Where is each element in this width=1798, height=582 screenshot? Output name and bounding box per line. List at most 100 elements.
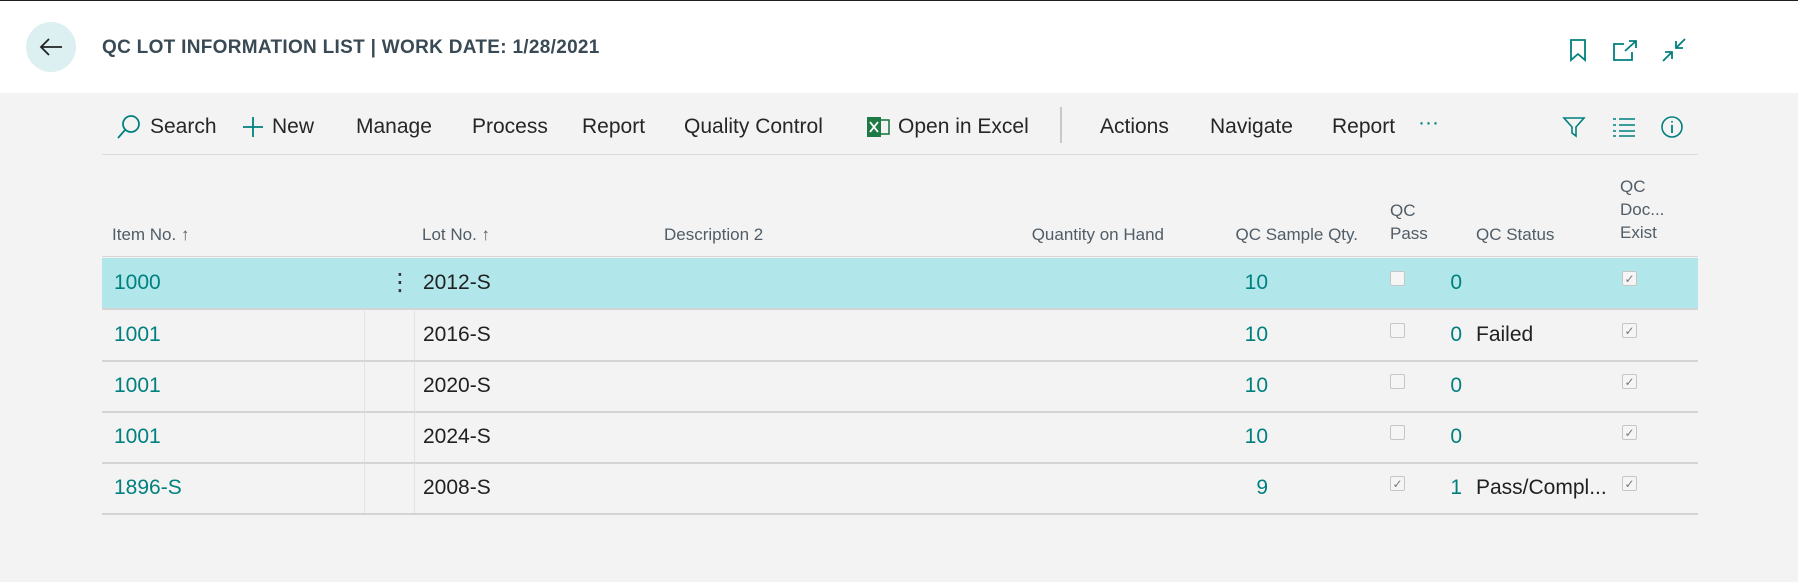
column-separator [414,310,415,360]
plus-icon [243,117,263,137]
back-button[interactable] [26,22,76,72]
description-2-cell[interactable] [664,412,964,462]
qc-status-cell[interactable] [1476,258,1616,308]
sort-ascending-icon: ↑ [481,225,491,244]
page-title: QC LOT INFORMATION LIST | WORK DATE: 1/2… [102,37,600,58]
column-header-quantity-on-hand[interactable]: Quantity on Hand [980,223,1164,246]
qc-status-cell[interactable]: Failed [1476,310,1616,360]
item-no-cell[interactable]: 1001 [114,412,294,462]
lot-no-cell[interactable]: 2024-S [423,412,623,462]
column-header-description-2[interactable]: Description 2 [664,223,763,246]
qc-pass-checkbox[interactable] [1390,374,1405,389]
action-bar-separator [1060,107,1062,143]
column-header-divider [102,256,1698,257]
description-2-cell[interactable] [664,463,964,513]
column-header-qc-status[interactable]: QC Status [1476,223,1554,246]
page-header: QC LOT INFORMATION LIST | WORK DATE: 1/2… [0,1,1798,93]
info-icon [1661,116,1683,138]
qc-doc-exist-cell [1622,463,1652,513]
column-header-qc-sample-qty[interactable]: QC Sample Qty. [1200,223,1359,246]
filter-button[interactable] [1562,105,1594,149]
report-menu[interactable]: Report [582,105,645,149]
qc-doc-header-line2: Doc... [1620,200,1665,219]
table-row[interactable]: 1001 2024-S 10 0 [102,412,1698,462]
column-header-qc-doc-exist[interactable]: QC Doc... Exist [1620,175,1664,244]
qc-sample-qty-cell[interactable]: 0 [1302,258,1462,308]
info-button[interactable] [1660,105,1692,149]
quantity-on-hand-cell[interactable]: 9 [1082,463,1268,513]
actions-menu[interactable]: Actions [1100,105,1169,149]
table-row[interactable]: 1896-S 2008-S 91 Pass/Compl... [102,463,1698,513]
table-row[interactable]: 1001 2020-S 10 0 [102,361,1698,411]
qc-status-cell[interactable] [1476,361,1616,411]
quantity-on-hand-cell[interactable]: 10 [1082,412,1268,462]
process-menu[interactable]: Process [472,105,548,149]
qc-status-cell[interactable] [1476,412,1616,462]
lot-no-cell[interactable]: 2016-S [423,310,623,360]
qc-doc-exist-checkbox[interactable] [1622,271,1637,286]
item-no-cell[interactable]: 1000 [114,258,294,308]
qc-sample-qty-cell[interactable]: 0 [1302,310,1462,360]
column-header-lot-no[interactable]: Lot No. ↑ [422,223,490,246]
excel-icon [867,117,890,137]
qc-pass-checkbox[interactable] [1390,323,1405,338]
qc-doc-exist-checkbox[interactable] [1622,374,1637,389]
qc-pass-checkbox[interactable] [1390,476,1405,491]
qc-sample-qty-cell[interactable]: 1 [1302,463,1462,513]
column-header-item-no[interactable]: Item No. ↑ [112,223,189,246]
qc-doc-header-line3: Exist [1620,223,1657,242]
quantity-on-hand-cell[interactable]: 10 [1082,310,1268,360]
item-no-cell[interactable]: 1001 [114,361,294,411]
open-new-window-icon [1613,40,1637,61]
back-arrow-icon [39,38,62,56]
sort-ascending-icon: ↑ [180,225,190,244]
action-bar-divider [102,154,1698,155]
open-new-window-button[interactable] [1612,37,1638,63]
more-options-button[interactable]: ··· [1418,101,1439,145]
action-bar: Search New Manage Process Report Quality… [102,105,1698,151]
quality-control-menu[interactable]: Quality Control [684,105,823,149]
search-button[interactable]: Search [116,105,217,149]
table-row[interactable]: 1000 ⋮ 2012-S 10 0 [102,258,1698,308]
report-menu-2[interactable]: Report [1332,105,1395,149]
qc-doc-exist-checkbox[interactable] [1622,323,1637,338]
lot-no-header-label: Lot No. [422,225,477,244]
description-2-cell[interactable] [664,258,964,308]
lot-no-cell[interactable]: 2012-S [423,258,623,308]
qc-status-cell[interactable]: Pass/Compl... [1476,463,1616,513]
item-no-cell[interactable]: 1001 [114,310,294,360]
item-no-cell[interactable]: 1896-S [114,463,294,513]
collapse-button[interactable] [1661,37,1687,63]
qc-pass-header-line2: Pass [1390,224,1428,243]
column-separator [364,412,365,462]
qc-doc-exist-checkbox[interactable] [1622,476,1637,491]
row-menu-icon[interactable]: ⋮ [388,268,412,296]
qc-sample-qty-cell[interactable]: 0 [1302,361,1462,411]
navigate-menu[interactable]: Navigate [1210,105,1293,149]
qc-pass-checkbox[interactable] [1390,271,1405,286]
description-2-cell[interactable] [664,361,964,411]
search-icon [117,115,140,139]
lot-no-cell[interactable]: 2020-S [423,361,623,411]
manage-menu[interactable]: Manage [356,105,432,149]
open-in-excel-button[interactable]: Open in Excel [866,105,1029,149]
table-row[interactable]: 1001 2016-S 10 0 Failed [102,310,1698,360]
qc-doc-exist-cell [1622,310,1652,360]
new-button[interactable]: New [242,105,314,149]
search-label: Search [150,115,217,138]
qc-sample-qty-cell[interactable]: 0 [1302,412,1462,462]
quantity-on-hand-cell[interactable]: 10 [1082,258,1268,308]
qc-pass-checkbox[interactable] [1390,425,1405,440]
qc-doc-exist-checkbox[interactable] [1622,425,1637,440]
qc-pass-cell [1390,258,1420,308]
qc-doc-exist-cell [1622,361,1652,411]
quantity-on-hand-cell[interactable]: 10 [1082,361,1268,411]
new-label: New [272,115,315,138]
column-header-qc-pass[interactable]: QC Pass [1390,199,1428,245]
item-no-header-label: Item No. [112,225,177,244]
lot-no-cell[interactable]: 2008-S [423,463,623,513]
bookmark-button[interactable] [1565,37,1591,63]
list-view-button[interactable] [1612,105,1644,149]
qc-doc-header-line1: QC [1620,177,1646,196]
description-2-cell[interactable] [664,310,964,360]
